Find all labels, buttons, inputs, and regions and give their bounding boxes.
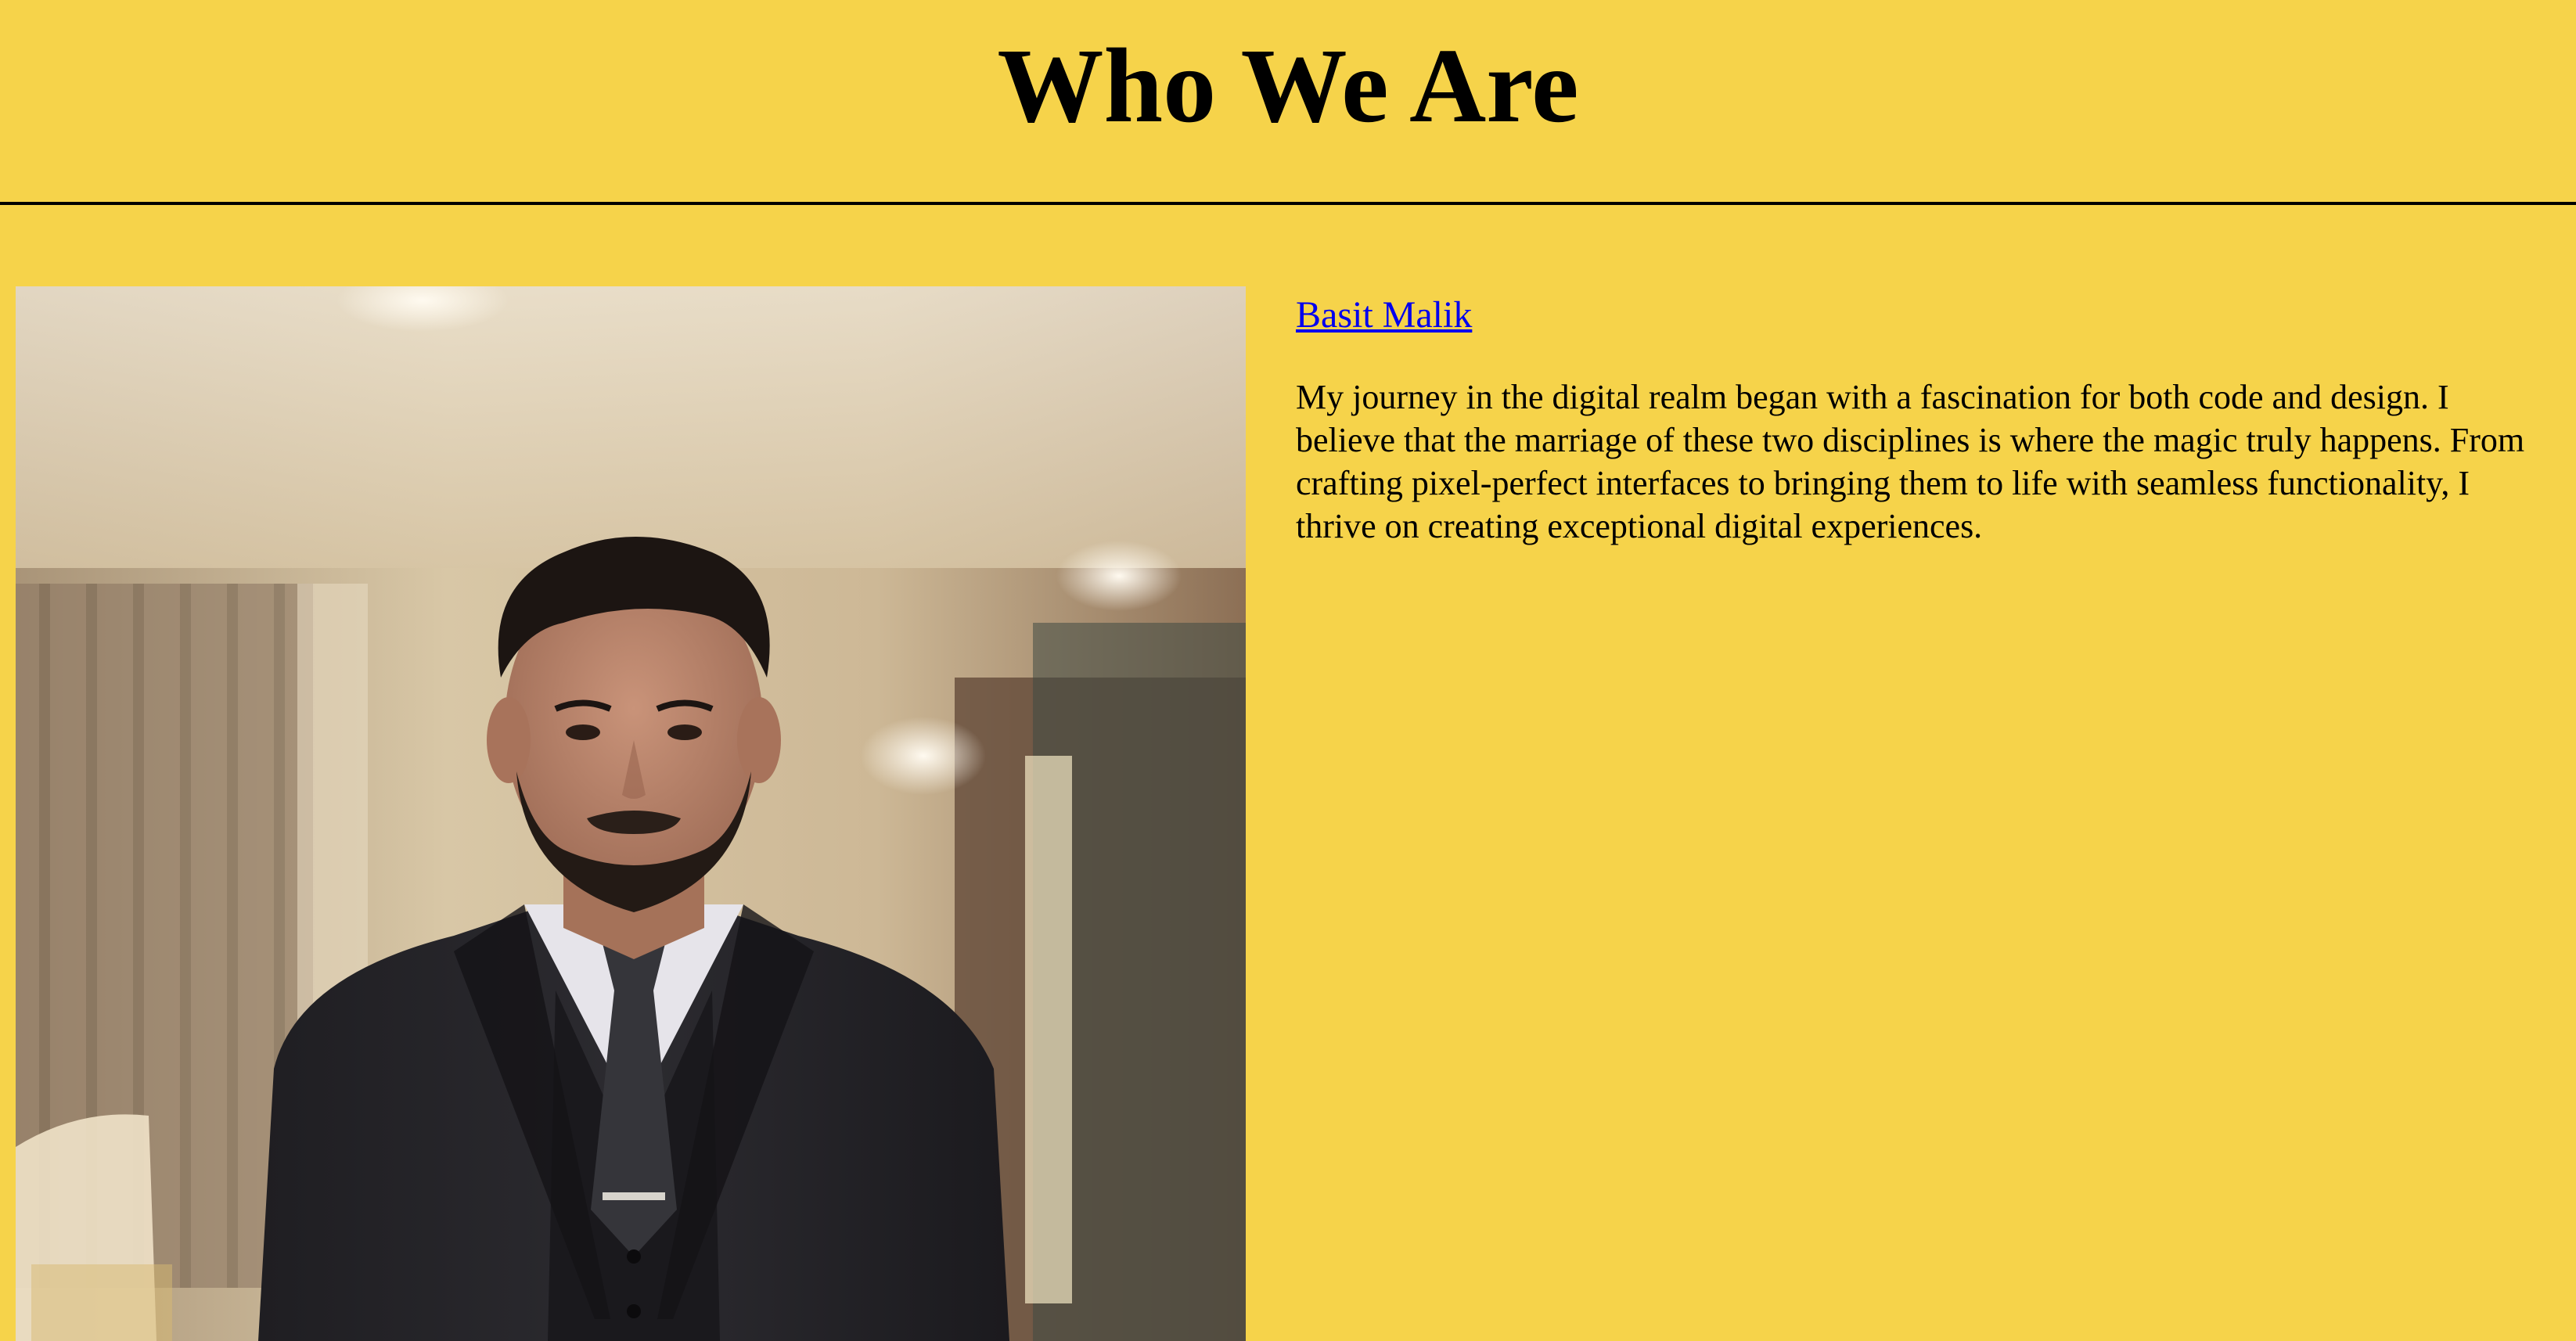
page-header: Who We Are xyxy=(0,0,2576,205)
profile-content: Basit Malik My journey in the digital re… xyxy=(1296,289,2540,548)
profile-name-link[interactable]: Basit Malik xyxy=(1296,289,1472,341)
profile-photo xyxy=(16,286,1246,1341)
profile-bio: My journey in the digital realm began wi… xyxy=(1296,378,2525,545)
page-title: Who We Are xyxy=(997,27,1579,145)
